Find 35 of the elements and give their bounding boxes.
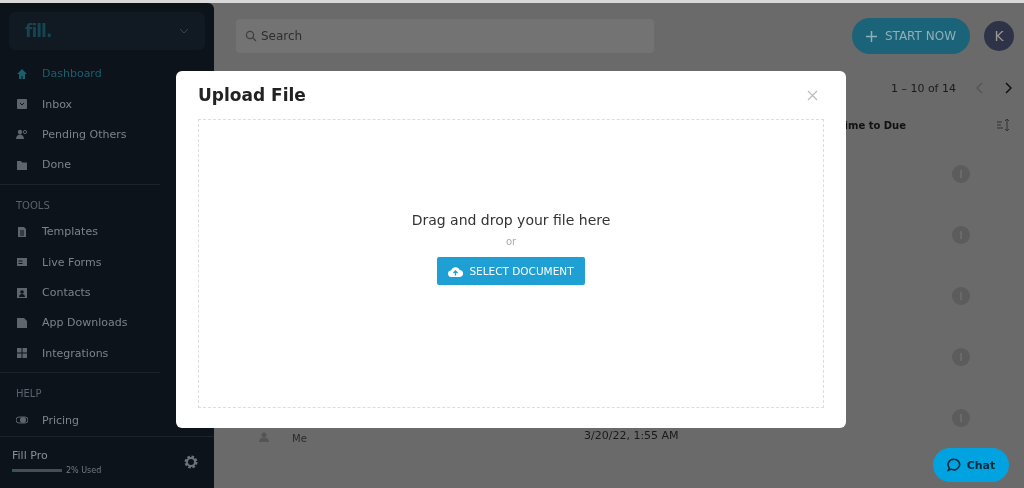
toggle-icon bbox=[16, 414, 28, 427]
contact-card-icon bbox=[16, 286, 28, 299]
cloud-upload-icon bbox=[448, 265, 464, 277]
start-now-button[interactable]: START NOW bbox=[851, 18, 970, 54]
page-range: 1 – 10 of 14 bbox=[890, 81, 956, 95]
plus-icon bbox=[865, 30, 877, 42]
usage-text: 2% Used bbox=[66, 466, 102, 476]
grid-icon bbox=[16, 347, 28, 360]
settings-icon[interactable] bbox=[183, 454, 199, 471]
chevron-down-icon bbox=[179, 27, 189, 34]
search-field[interactable]: Search bbox=[236, 19, 654, 53]
next-page-icon[interactable] bbox=[1004, 82, 1012, 94]
nav-item[interactable]: Pricing bbox=[0, 405, 214, 436]
form-icon bbox=[16, 256, 28, 269]
search-icon bbox=[245, 30, 257, 42]
drop-zone[interactable]: Drag and drop your file here or SELECT DOCUMENT bbox=[198, 119, 824, 408]
plan-name: Fill Pro bbox=[12, 449, 49, 463]
date-text: 3/20/22, 1:55 AM bbox=[584, 429, 679, 442]
file-icon bbox=[16, 316, 28, 329]
folder-icon bbox=[16, 158, 28, 171]
or-text: or bbox=[505, 236, 517, 247]
section-heading: TOOLS bbox=[15, 198, 51, 213]
people-icon bbox=[16, 128, 28, 141]
chat-button[interactable]: Chat bbox=[933, 448, 1009, 482]
home-icon bbox=[16, 67, 28, 80]
drop-text: Drag and drop your file here bbox=[411, 212, 611, 228]
avatar[interactable]: K bbox=[984, 21, 1014, 51]
inbox-icon bbox=[16, 98, 28, 111]
close-icon[interactable] bbox=[807, 89, 818, 101]
document-icon bbox=[16, 225, 28, 238]
sort-icon[interactable] bbox=[996, 118, 1010, 132]
assignee-text: Me bbox=[292, 433, 307, 444]
select-document-button[interactable]: SELECT DOCUMENT bbox=[437, 257, 585, 285]
chat-bubble-icon bbox=[946, 458, 961, 472]
section-heading: HELP bbox=[15, 387, 43, 402]
